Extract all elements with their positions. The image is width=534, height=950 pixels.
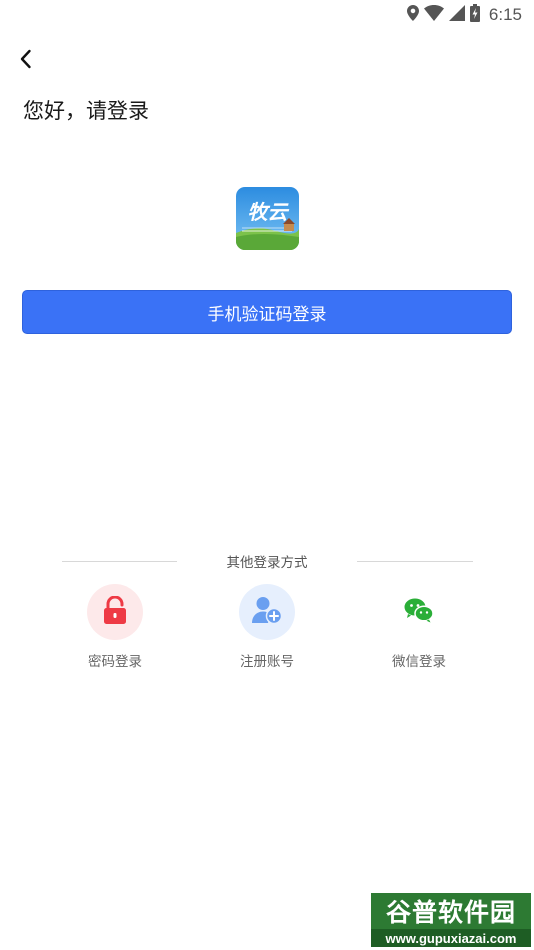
lock-icon: [103, 595, 127, 628]
other-methods-title: 其他登录方式: [226, 555, 308, 571]
chevron-left-icon: [19, 49, 33, 73]
app-logo: 牧云: [236, 187, 299, 250]
password-login-option[interactable]: 密码登录: [60, 584, 170, 670]
wechat-login-button[interactable]: [391, 584, 447, 640]
location-icon: [406, 5, 419, 25]
status-icons: 6:15: [406, 4, 522, 26]
register-account-option[interactable]: 注册账号: [212, 584, 322, 670]
add-user-icon: [252, 596, 283, 628]
signal-icon: [448, 5, 465, 25]
register-account-button[interactable]: [239, 584, 295, 640]
watermark-url: www.gupuxiazai.com: [371, 929, 531, 947]
password-login-label: 密码登录: [88, 654, 142, 670]
wechat-login-option[interactable]: 微信登录: [364, 584, 474, 670]
wechat-icon: [404, 597, 434, 627]
register-account-label: 注册账号: [240, 654, 294, 670]
status-time: 6:15: [488, 5, 522, 24]
sms-login-button[interactable]: 手机验证码登录: [22, 290, 512, 334]
password-login-button[interactable]: [87, 584, 143, 640]
status-bar: 6:15: [0, 0, 534, 30]
back-button[interactable]: [14, 48, 38, 74]
watermark-title: 谷普软件园: [385, 898, 516, 927]
logo-text: 牧云: [248, 200, 290, 224]
divider-left: [62, 561, 177, 562]
wechat-login-label: 微信登录: [392, 654, 446, 670]
page-title: 您好，请登录: [23, 99, 149, 123]
wifi-icon: [423, 5, 444, 25]
watermark-logo: 谷普软件园 www.gupuxiazai.com: [371, 893, 531, 947]
battery-charging-icon: [469, 4, 480, 26]
divider-right: [357, 561, 473, 562]
